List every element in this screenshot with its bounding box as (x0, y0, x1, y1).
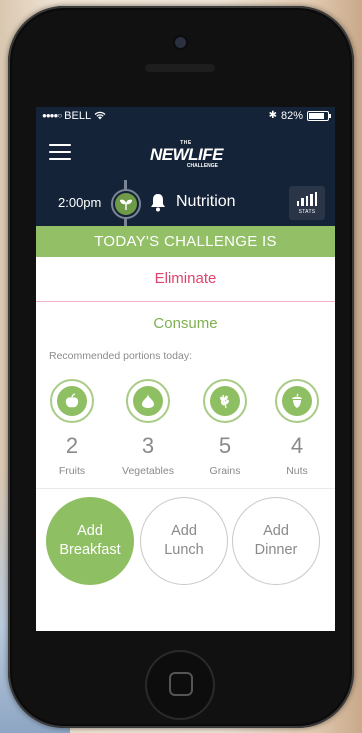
add-label: Add (263, 523, 289, 539)
battery-icon (307, 110, 331, 121)
portion-circle (203, 379, 247, 423)
portion-name: Nuts (286, 465, 308, 477)
status-bar: ●●●●○ BELL ✱ 82% (36, 107, 335, 124)
portion-fruits[interactable]: 2 Fruits (37, 379, 107, 477)
nutrition-toggle[interactable] (111, 189, 141, 219)
wifi-icon (94, 111, 106, 120)
onion-icon (133, 386, 163, 416)
portion-grains[interactable]: 5 Grains (190, 379, 260, 477)
wheat-icon (210, 386, 240, 416)
consume-option[interactable]: Consume (36, 302, 335, 346)
add-dinner-button[interactable]: Add Dinner (232, 497, 320, 585)
apple-icon (57, 386, 87, 416)
add-breakfast-button[interactable]: Add Breakfast (46, 497, 134, 585)
section-nav: 2:00pm Nutrition STATS (36, 180, 335, 226)
portion-name: Fruits (58, 465, 86, 477)
logo-main-text: NEWLIFE (150, 145, 224, 164)
portion-vegetables[interactable]: 3 Vegetables (113, 379, 183, 477)
stats-label: STATS (298, 209, 316, 215)
portion-name: Vegetables (122, 465, 174, 477)
meal-label: Breakfast (59, 542, 121, 558)
section-title: Nutrition (176, 193, 236, 210)
add-label: Add (77, 523, 103, 539)
app-header: THE NEWLIFE CHALLENGE (36, 124, 335, 180)
battery-percent: 82% (280, 109, 303, 122)
acorn-icon (282, 386, 312, 416)
meal-label: Dinner (254, 542, 298, 558)
portion-circle (126, 379, 170, 423)
home-button-icon (169, 672, 193, 696)
signal-icon: ●●●●○ (42, 111, 62, 120)
bell-icon[interactable] (149, 192, 167, 217)
eliminate-option[interactable]: Eliminate (36, 257, 335, 302)
sprout-icon (115, 193, 137, 215)
meals-row: Add Breakfast Add Lunch Add Dinner (36, 489, 335, 589)
portion-nuts[interactable]: 4 Nuts (262, 379, 332, 477)
earpiece-speaker (145, 64, 215, 72)
bluetooth-icon: ✱ (268, 110, 277, 121)
front-camera (175, 37, 186, 48)
portions-label: Recommended portions today: (49, 350, 192, 362)
meal-label: Lunch (164, 542, 204, 558)
challenge-banner: TODAY'S CHALLENGE IS (36, 226, 335, 257)
app-logo: THE NEWLIFE CHALLENGE (150, 140, 224, 174)
bar-chart-icon (289, 192, 325, 206)
portion-count: 3 (141, 433, 155, 458)
portion-name: Grains (209, 465, 241, 477)
hamburger-menu-icon[interactable] (49, 144, 71, 160)
app-screen: ●●●●○ BELL ✱ 82% THE NEWLIFE CHALLENGE 2… (36, 107, 335, 631)
portion-circle (275, 379, 319, 423)
portion-count: 2 (65, 433, 79, 458)
portions-list: 2 Fruits 3 Vegetables 5 Grains 4 Nuts (36, 370, 335, 488)
add-lunch-button[interactable]: Add Lunch (140, 497, 228, 585)
carrier-label: BELL (64, 109, 92, 122)
portion-count: 4 (290, 433, 304, 458)
stats-button[interactable]: STATS (289, 186, 325, 220)
portion-circle (50, 379, 94, 423)
add-label: Add (171, 523, 197, 539)
current-time: 2:00pm (58, 195, 102, 210)
portion-count: 5 (218, 433, 232, 458)
